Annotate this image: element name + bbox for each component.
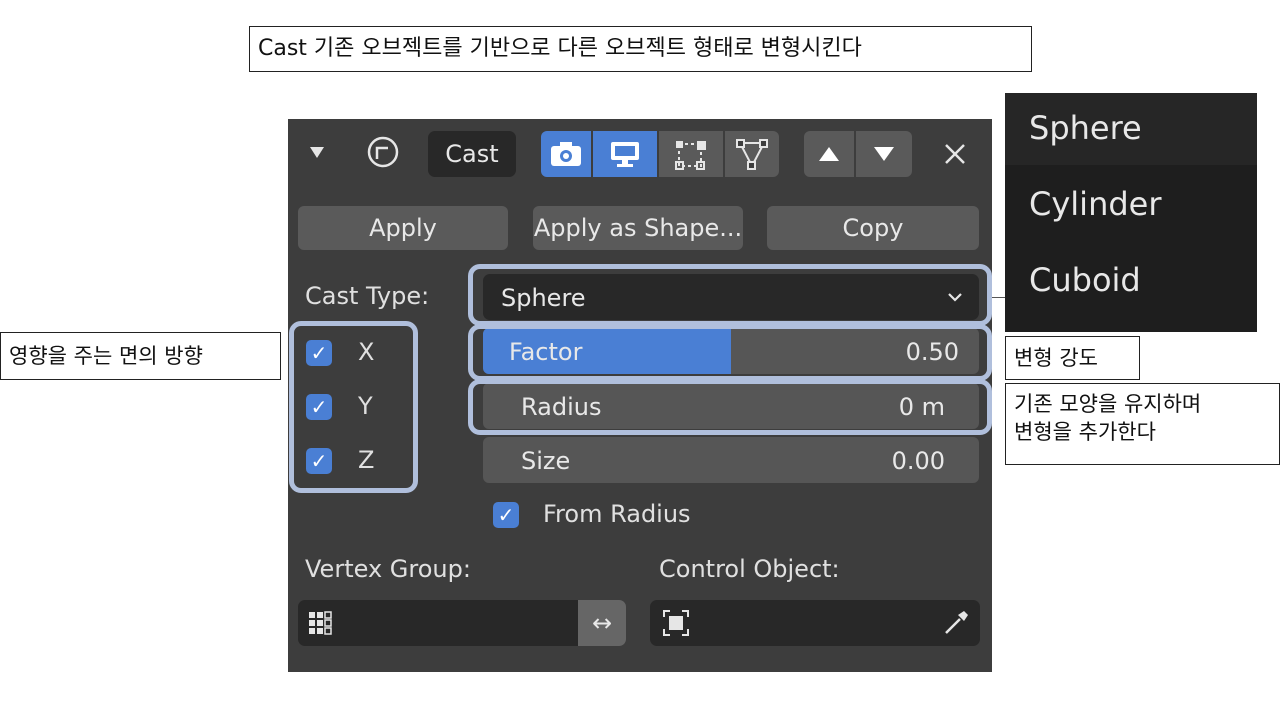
close-icon (945, 144, 965, 164)
factor-highlight (468, 324, 992, 381)
vertex-group-label: Vertex Group: (305, 555, 471, 583)
object-icon (663, 610, 689, 636)
move-down-button[interactable] (856, 131, 912, 177)
cast-modifier-icon (366, 135, 400, 169)
title-callout: Cast 기존 오브젝트를 기반으로 다른 오브젝트 형태로 변형시킨다 (249, 26, 1032, 72)
from-radius-checkbox[interactable]: ✓ (493, 502, 519, 528)
eyedropper-icon[interactable] (942, 609, 970, 637)
control-object-label: Control Object: (659, 555, 840, 583)
camera-toggle-button[interactable] (541, 131, 591, 177)
copy-button[interactable]: Copy (767, 206, 979, 250)
radius-callout: 기존 모양을 유지하며 변형을 추가한다 (1005, 383, 1280, 465)
editmode-icon (675, 141, 706, 170)
modifier-name-field[interactable]: Cast (428, 131, 516, 177)
vertex-group-field[interactable] (298, 600, 580, 646)
radius-callout-line2: 변형을 추가한다 (1014, 420, 1156, 444)
collapse-triangle-icon[interactable] (306, 141, 328, 163)
axis-group-highlight (289, 321, 418, 493)
factor-callout: 변형 강도 (1005, 336, 1140, 380)
close-button[interactable] (936, 135, 974, 173)
vertex-group-icon (309, 611, 332, 635)
invert-vertex-group-button[interactable]: ↔ (578, 600, 626, 646)
size-value: 0.00 (891, 447, 945, 475)
arrow-up-icon (819, 147, 839, 161)
camera-icon (551, 142, 581, 166)
vertex-toggle-button[interactable] (725, 131, 779, 177)
cast-type-dropdown-menu: Sphere Cylinder Cuboid (1005, 93, 1257, 332)
editmode-toggle-button[interactable] (659, 131, 723, 177)
size-field[interactable]: Size 0.00 (483, 437, 979, 483)
display-icon (611, 142, 639, 167)
apply-button[interactable]: Apply (298, 206, 508, 250)
from-radius-label: From Radius (543, 500, 691, 528)
dropdown-option-cylinder[interactable]: Cylinder (1029, 185, 1162, 223)
dropdown-option-sphere[interactable]: Sphere (1029, 109, 1142, 147)
move-up-button[interactable] (804, 131, 854, 177)
apply-as-shape-button[interactable]: Apply as Shape... (533, 206, 743, 250)
axis-callout: 영향을 주는 면의 방향 (0, 332, 281, 380)
vertex-icon (736, 139, 768, 170)
control-object-field[interactable] (650, 600, 980, 646)
radius-callout-line1: 기존 모양을 유지하며 (1014, 392, 1202, 416)
cast-type-highlight (468, 264, 992, 326)
cast-type-label: Cast Type: (305, 282, 430, 310)
dropdown-option-cuboid[interactable]: Cuboid (1029, 261, 1141, 299)
arrow-down-icon (874, 147, 894, 161)
size-label: Size (521, 447, 571, 475)
display-toggle-button[interactable] (593, 131, 657, 177)
radius-highlight (468, 379, 992, 435)
